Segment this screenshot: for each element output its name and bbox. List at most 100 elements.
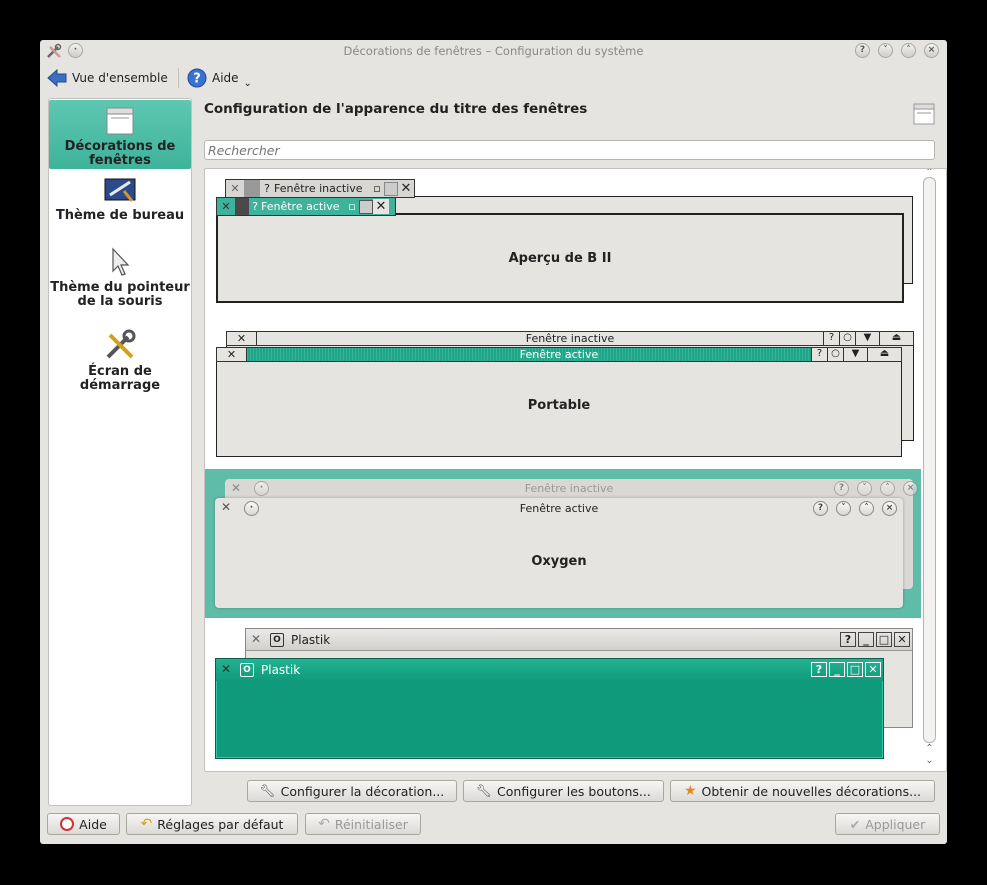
scroll-down-icon[interactable]: ⌄ [923, 755, 936, 766]
reset-button[interactable]: ↶ Réinitialiser [305, 813, 421, 835]
sidebar-item-window-decorations[interactable]: Décorations de fenêtres [49, 100, 191, 169]
help-button[interactable]: Aide [47, 813, 120, 835]
help-icon: ? [823, 332, 839, 345]
bii-inactive-titlebar: ✕ ? Fenêtre inactive ▫ ✕ [225, 179, 415, 198]
list-item-bii[interactable]: ✕ ? Fenêtre inactive ▫ ✕ Aperçu de B II … [205, 169, 921, 319]
decoration-list: ✕ ? Fenêtre inactive ▫ ✕ Aperçu de B II … [204, 168, 947, 772]
maximize-icon: □ [847, 662, 863, 677]
sidebar: Décorations de fenêtres Thème de bureau … [48, 98, 192, 806]
portable-inactive-titlebar: ✕ Fenêtre inactive ? ○ ▼ ⏏ [226, 331, 914, 346]
minimize-icon: _ [858, 632, 874, 647]
list-item-oxygen[interactable]: ✕ · Fenêtre inactive ? ˅ ˄ × ✕ · Fenêtre… [205, 469, 921, 618]
close-icon: × [903, 481, 918, 496]
menu-icon: O [240, 663, 254, 677]
plastik-inactive-titlebar: ✕ O Plastik ? _ □ ✕ [246, 629, 912, 651]
list-item-portable[interactable]: ✕ Fenêtre inactive ? ○ ▼ ⏏ Portable ✕ Fe… [205, 319, 921, 467]
close-icon: ✕ [217, 348, 247, 361]
apply-button-label: Appliquer [865, 816, 926, 832]
maximize-icon: ⏏ [879, 332, 913, 345]
window-decoration-icon [913, 103, 935, 125]
help-icon: ? [187, 68, 207, 88]
portable-inactive-title: Fenêtre inactive [525, 332, 615, 345]
tools-icon: ✕ [221, 200, 231, 213]
sidebar-item-mouse-pointer-theme[interactable]: Thème du pointeur de la souris [49, 247, 191, 323]
maximize-icon: □ [876, 632, 892, 647]
close-icon: × [882, 501, 897, 516]
help-title-button[interactable]: ? [855, 43, 870, 58]
tools-icon: ✕ [230, 182, 240, 195]
close-icon: ✕ [227, 332, 257, 345]
toolbar-separator [178, 68, 179, 88]
back-arrow-icon [47, 69, 67, 87]
overview-button[interactable]: Vue d'ensemble [47, 66, 168, 90]
toolbar: Vue d'ensemble ? Aide ⌄ [40, 64, 947, 92]
close-icon: ✕ [894, 632, 910, 647]
close-icon: ✕ [373, 199, 389, 214]
sidebar-item-label: Thème du pointeur de la souris [50, 280, 190, 309]
system-settings-window: · Décorations de fenêtres – Configuratio… [40, 40, 947, 844]
sidebar-item-desktop-theme[interactable]: Thème de bureau [49, 177, 191, 239]
chevron-down-icon: ⌄ [243, 77, 252, 89]
configure-buttons-button[interactable]: 🔧︎ Configurer les boutons... [463, 780, 664, 802]
sidebar-item-splash-screen[interactable]: Écran de démarrage [49, 329, 191, 395]
plastik-active-titlebar: ✕ O Plastik ? _ □ ✕ [216, 659, 883, 681]
defaults-button[interactable]: ↶ Réglages par défaut [126, 813, 298, 835]
scrollbar[interactable] [923, 177, 936, 743]
plastik-inactive-title: Plastik [291, 633, 331, 647]
minimize-icon: ▼ [855, 332, 879, 345]
minimize-icon: ˅ [836, 501, 851, 516]
help-icon: ? [811, 662, 827, 677]
oxygen-inactive-title: Fenêtre inactive [524, 482, 614, 495]
list-item-plastik[interactable]: ✕ O Plastik ? _ □ ✕ ✕ O Plastik ? _ □ ✕ [205, 619, 921, 769]
portable-active-window: Portable [216, 347, 902, 457]
tools-icon: ✕ [221, 662, 232, 676]
help-menu-button[interactable]: ? Aide ⌄ [187, 66, 252, 90]
tools-icon [106, 329, 136, 359]
page-title: Configuration de l'apparence du titre de… [204, 101, 588, 117]
sticky-icon: ○ [839, 332, 855, 345]
get-new-decorations-button[interactable]: ★ Obtenir de nouvelles décorations... [670, 780, 935, 802]
help-icon: ? [264, 182, 270, 195]
sidebar-item-label: Écran de démarrage [79, 364, 161, 393]
reset-button-label: Réinitialiser [334, 816, 408, 832]
sticky-icon: ○ [827, 348, 843, 361]
decoration-name: Oxygen [531, 554, 587, 569]
sidebar-item-label: Thème de bureau [55, 208, 185, 223]
portable-active-titlebar: ✕ Fenêtre active ? ○ ▼ ⏏ [216, 347, 902, 362]
scroll-up-icon[interactable]: ⌃ [923, 743, 936, 754]
close-icon: ✕ [400, 181, 412, 196]
close-button[interactable]: × [924, 43, 939, 58]
plastik-active-window: ✕ O Plastik ? _ □ ✕ [215, 658, 884, 759]
help-label: Aide [212, 71, 239, 85]
help-button-label: Aide [79, 816, 107, 832]
wrench-icon: 🔧︎ [259, 783, 276, 798]
minimize-icon: _ [829, 662, 845, 677]
portable-active-title: Fenêtre active [519, 348, 599, 361]
oxygen-active-title: Fenêtre active [519, 502, 599, 515]
plastik-active-title: Plastik [261, 663, 301, 677]
help-icon: ? [840, 632, 856, 647]
search-input[interactable] [204, 140, 935, 160]
svg-text:?: ? [193, 72, 201, 87]
configure-buttons-label: Configurer les boutons... [497, 783, 651, 799]
help-icon: ? [252, 200, 258, 213]
menu-icon: O [270, 633, 284, 647]
help-icon [60, 817, 75, 831]
maximize-icon: ˄ [859, 501, 874, 516]
maximize-button[interactable]: ˄ [901, 43, 916, 58]
mouse-pointer-icon [112, 247, 130, 276]
apply-button[interactable]: ✔ Appliquer [835, 813, 940, 835]
close-icon: ✕ [865, 662, 881, 677]
configure-decoration-label: Configurer la décoration... [280, 783, 445, 799]
defaults-button-label: Réglages par défaut [157, 816, 284, 832]
minimize-button[interactable]: ˅ [878, 43, 893, 58]
maximize-icon: ˄ [880, 481, 895, 496]
decoration-name: Portable [527, 398, 591, 413]
title-bar[interactable]: · Décorations de fenêtres – Configuratio… [40, 40, 947, 62]
window-decoration-icon [106, 107, 134, 135]
undo-icon: ↶ [140, 816, 153, 832]
bii-active-window: Aperçu de B II [216, 213, 904, 303]
minimize-icon: ▼ [843, 348, 867, 361]
help-icon: ? [811, 348, 827, 361]
configure-decoration-button[interactable]: 🔧︎ Configurer la décoration... [247, 780, 457, 802]
